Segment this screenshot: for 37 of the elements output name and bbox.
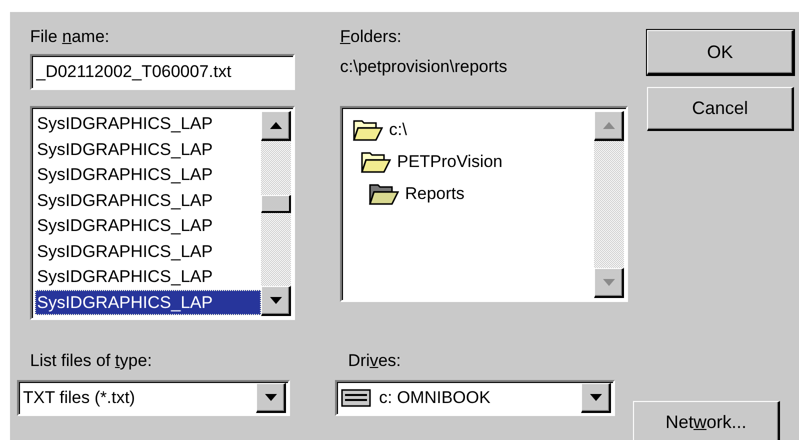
folder-item[interactable]: PETProVision <box>397 151 503 173</box>
network-button[interactable]: Network... <box>633 401 780 440</box>
file-list[interactable]: SysIDGRAPHICS_LAP SysIDGRAPHICS_LAP SysIDGRAPHICS_LAP SysIDGRAPHICS_LAP SysIDGRAPHICS_LAP SysIDGRAPHICS_LAP SysIDGRAPHICS_LAP SysIDGRAPHICS_LAP <box>30 106 295 320</box>
dropdown-button[interactable] <box>581 382 611 412</box>
down-arrow-icon <box>602 279 614 286</box>
ok-button[interactable]: OK <box>647 30 794 75</box>
scroll-down-button[interactable] <box>261 286 291 316</box>
file-item[interactable]: SysIDGRAPHICS_LAP <box>35 264 261 290</box>
scroll-up-button[interactable] <box>261 111 291 141</box>
file-item[interactable]: SysIDGRAPHICS_LAP <box>35 111 261 136</box>
down-arrow-icon <box>270 297 282 304</box>
file-type-dropdown[interactable]: TXT files (*.txt) <box>17 380 290 416</box>
file-item[interactable]: SysIDGRAPHICS_LAP <box>35 136 261 162</box>
drives-label: Drives: <box>348 350 401 370</box>
drive-icon <box>341 388 371 406</box>
folder-item[interactable]: c:\ <box>389 119 407 141</box>
folders-label: Folders: <box>340 27 402 47</box>
scrollbar[interactable] <box>261 111 291 316</box>
cancel-button[interactable]: Cancel <box>647 87 794 131</box>
dropdown-button[interactable] <box>256 382 286 412</box>
file-item[interactable]: SysIDGRAPHICS_LAP <box>35 188 261 213</box>
file-name-label: File name: <box>30 27 110 47</box>
down-arrow-icon <box>590 394 602 400</box>
drives-dropdown[interactable]: c: OMNIBOOK <box>335 380 615 416</box>
folder-item[interactable]: Reports <box>405 183 465 205</box>
file-type-label: List files of type: <box>30 350 152 370</box>
scroll-thumb[interactable] <box>261 195 291 213</box>
folder-tree[interactable]: c:\ PETProVision Reports <box>340 106 628 302</box>
file-item[interactable]: SysIDGRAPHICS_LAP <box>35 213 261 238</box>
up-arrow-icon <box>602 122 614 129</box>
folder-path: c:\petprovision\reports <box>340 57 508 77</box>
file-name-field[interactable]: _D02112002_T060007.txt <box>30 54 295 90</box>
up-arrow-icon <box>270 122 282 129</box>
file-item[interactable]: SysIDGRAPHICS_LAP <box>35 162 261 188</box>
file-item[interactable]: SysIDGRAPHICS_LAP <box>35 290 261 315</box>
file-item[interactable]: SysIDGRAPHICS_LAP <box>35 238 261 264</box>
down-arrow-icon <box>264 394 276 400</box>
